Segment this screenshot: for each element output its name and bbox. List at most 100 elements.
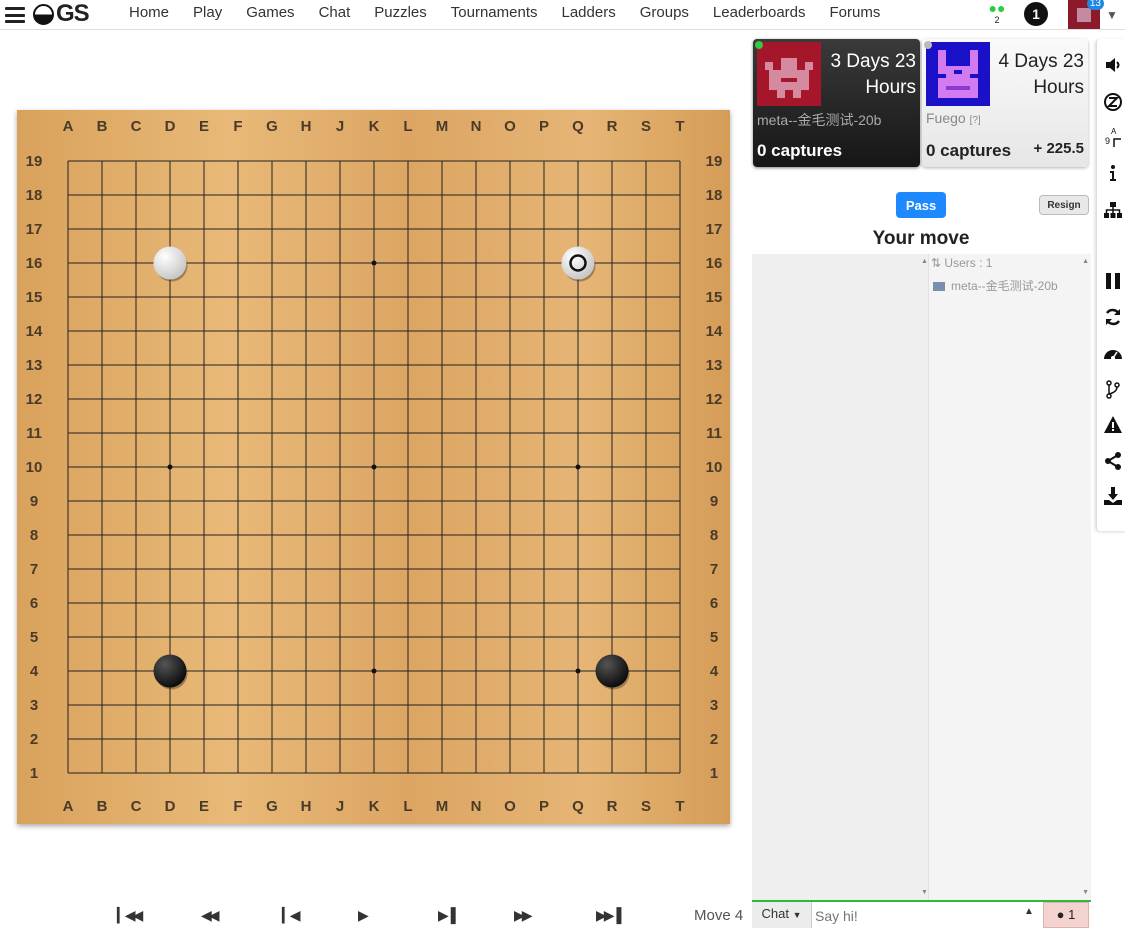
column-label: D (165, 798, 176, 815)
column-label: T (675, 118, 684, 135)
row-label: 1 (30, 765, 38, 782)
nav-leaderboards[interactable]: Leaderboards (713, 4, 806, 21)
chat-user-list[interactable]: ▲ ⇅ Users : 1 ▲ meta--金毛测试-20b ▼ ▼ (921, 254, 1091, 900)
row-label: 12 (26, 391, 43, 408)
pass-button[interactable]: Pass (896, 192, 946, 218)
white-player-avatar[interactable] (926, 42, 990, 106)
play-button[interactable]: ▶ (358, 907, 369, 924)
row-label: 15 (706, 289, 723, 306)
scroll-up-icon[interactable]: ▲ (1082, 258, 1089, 265)
column-label: R (607, 118, 618, 135)
volume-icon[interactable] (1103, 55, 1123, 75)
hamburger-menu-icon[interactable] (5, 7, 25, 23)
black-player-name[interactable]: meta--金毛测试-20b (757, 110, 917, 130)
resign-button[interactable]: Resign (1039, 195, 1089, 215)
previous-move-button[interactable]: ▎◀ (282, 907, 300, 924)
white-score: + 225.5 (1033, 140, 1084, 157)
nav-games[interactable]: Games (246, 4, 294, 21)
zen-mode-icon[interactable] (1103, 92, 1123, 112)
white-player-name[interactable]: Fuego (926, 110, 966, 126)
pause-icon[interactable] (1103, 271, 1123, 291)
sort-icon[interactable]: ⇅ (931, 256, 941, 270)
ogs-logo[interactable]: GS (33, 0, 90, 27)
white-clock-hours: Hours (1033, 77, 1084, 98)
back-ten-button[interactable]: ◀◀ (201, 907, 219, 924)
column-label: L (403, 118, 412, 135)
nav-puzzles[interactable]: Puzzles (374, 4, 427, 21)
warning-icon[interactable] (1103, 415, 1123, 435)
row-label: 5 (30, 629, 38, 646)
chevron-down-icon[interactable]: ▼ (1106, 8, 1118, 22)
row-label: 13 (706, 357, 723, 374)
chat-log[interactable] (752, 254, 928, 900)
row-label: 11 (26, 425, 42, 442)
column-label: N (471, 118, 482, 135)
online-indicator (755, 41, 763, 49)
black-player-avatar[interactable] (757, 42, 821, 106)
white-clock-days: 4 Days 23 (998, 51, 1084, 72)
friends-button[interactable]: ●● 2 (987, 1, 1007, 27)
chat-users-button[interactable]: ● 1 (1043, 902, 1089, 928)
row-label: 19 (706, 153, 723, 170)
board-grid[interactable]: AABBCCDDEEFFGGHHJJKKLLMMNNOOPPQQRRSSTT1 1… (17, 110, 730, 824)
nav-groups[interactable]: Groups (640, 4, 689, 21)
share-icon[interactable] (1103, 451, 1123, 471)
scroll-up-icon[interactable]: ▲ (921, 258, 928, 265)
nav-tournaments[interactable]: Tournaments (451, 4, 538, 21)
column-label: P (539, 798, 549, 815)
forward-ten-button[interactable]: ▶▶ (514, 907, 532, 924)
scroll-down-icon[interactable]: ▼ (1082, 889, 1089, 896)
column-label: L (403, 798, 412, 815)
black-stone (595, 654, 629, 688)
nav-play[interactable]: Play (193, 4, 222, 21)
black-stone (153, 654, 187, 688)
chat-channel-dropdown[interactable]: Chat ▼ (752, 902, 812, 928)
first-move-button[interactable]: ▎◀◀ (117, 907, 143, 924)
column-label: Q (572, 798, 584, 815)
chat-input[interactable] (812, 903, 1027, 929)
sitemap-icon[interactable] (1103, 200, 1123, 220)
column-label: D (165, 118, 176, 135)
star-point (371, 464, 377, 470)
dashboard-icon[interactable] (1103, 344, 1123, 364)
scroll-down-icon[interactable]: ▼ (921, 889, 928, 896)
info-icon[interactable] (1103, 163, 1123, 183)
user-avatar[interactable]: 13 (1068, 0, 1104, 29)
nav-chat[interactable]: Chat (319, 4, 351, 21)
go-board[interactable]: AABBCCDDEEFFGGHHJJKKLLMMNNOOPPQQRRSSTT11… (17, 110, 730, 824)
row-label: 11 (706, 425, 722, 442)
game-toolbar: A9 (1096, 39, 1125, 531)
row-label: 14 (706, 323, 723, 340)
column-label: R (607, 798, 618, 815)
column-label: F (233, 798, 242, 815)
white-stone (153, 246, 187, 280)
next-move-button[interactable]: ▶▐ (438, 907, 456, 924)
column-label: N (471, 798, 482, 815)
row-label: 1 (710, 765, 718, 782)
refresh-icon[interactable] (1103, 307, 1123, 327)
nav-forums[interactable]: Forums (830, 4, 881, 21)
coordinates-icon[interactable]: A9 (1103, 127, 1123, 147)
column-label: A (63, 798, 74, 815)
notifications-badge[interactable]: 1 (1024, 2, 1048, 26)
users-count: Users : 1 (944, 256, 993, 270)
row-label: 15 (26, 289, 43, 306)
chat-input-bar: Chat ▼ ▲ ● 1 (752, 900, 1091, 929)
star-point (575, 464, 581, 470)
star-point (371, 668, 377, 674)
nav-ladders[interactable]: Ladders (562, 4, 616, 21)
chat-user-item[interactable]: meta--金毛测试-20b (933, 277, 1083, 294)
nav-home[interactable]: Home (129, 4, 169, 21)
row-label: 17 (26, 221, 43, 238)
go-stone-logo-icon (33, 3, 54, 25)
row-label: 16 (26, 255, 43, 272)
last-move-button[interactable]: ▶▶▐ (596, 907, 622, 924)
branch-icon[interactable] (1103, 379, 1123, 399)
avatar-shape-icon (1077, 8, 1091, 22)
chat-expand-icon[interactable]: ▲ (1024, 906, 1034, 917)
black-player-card: 3 Days 23 Hours meta--金毛测试-20b 0 capture… (753, 39, 920, 167)
black-clock: 3 Days 23 Hours (820, 49, 916, 101)
row-label: 10 (26, 459, 43, 476)
download-icon[interactable] (1103, 486, 1123, 506)
row-label: 9 (710, 493, 718, 510)
